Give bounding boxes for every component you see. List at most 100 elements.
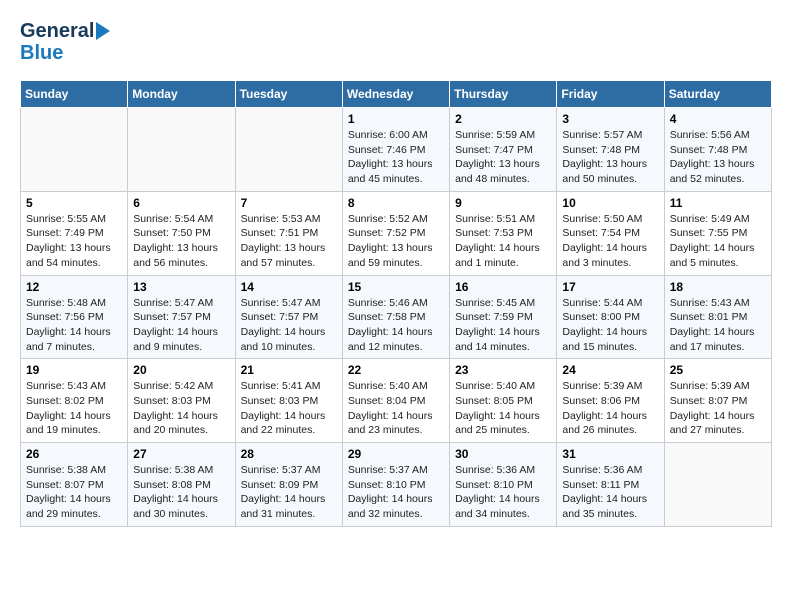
day-info: Sunrise: 5:52 AMSunset: 7:52 PMDaylight:… xyxy=(348,212,444,271)
day-number: 16 xyxy=(455,280,551,294)
day-info: Sunrise: 5:39 AMSunset: 8:06 PMDaylight:… xyxy=(562,379,658,438)
calendar-cell xyxy=(235,108,342,192)
day-info: Sunrise: 5:59 AMSunset: 7:47 PMDaylight:… xyxy=(455,128,551,187)
day-header-wednesday: Wednesday xyxy=(342,81,449,108)
day-number: 14 xyxy=(241,280,337,294)
day-number: 11 xyxy=(670,196,766,210)
day-number: 12 xyxy=(26,280,122,294)
calendar-cell: 10 Sunrise: 5:50 AMSunset: 7:54 PMDayligh… xyxy=(557,191,664,275)
calendar-cell xyxy=(21,108,128,192)
day-header-saturday: Saturday xyxy=(664,81,771,108)
day-number: 26 xyxy=(26,447,122,461)
day-number: 2 xyxy=(455,112,551,126)
calendar-cell: 13 Sunrise: 5:47 AMSunset: 7:57 PMDayligh… xyxy=(128,275,235,359)
calendar-cell: 12 Sunrise: 5:48 AMSunset: 7:56 PMDayligh… xyxy=(21,275,128,359)
calendar-cell: 28 Sunrise: 5:37 AMSunset: 8:09 PMDayligh… xyxy=(235,443,342,527)
day-info: Sunrise: 5:37 AMSunset: 8:09 PMDaylight:… xyxy=(241,463,337,522)
day-info: Sunrise: 6:00 AMSunset: 7:46 PMDaylight:… xyxy=(348,128,444,187)
calendar-week-row: 5Sunrise: 5:55 AMSunset: 7:49 PMDaylight… xyxy=(21,191,772,275)
day-number: 24 xyxy=(562,363,658,377)
day-info: Sunrise: 5:41 AMSunset: 8:03 PMDaylight:… xyxy=(241,379,337,438)
calendar-cell: 9 Sunrise: 5:51 AMSunset: 7:53 PMDaylight… xyxy=(450,191,557,275)
logo: General Blue xyxy=(20,20,110,64)
day-info: Sunrise: 5:36 AMSunset: 8:10 PMDaylight:… xyxy=(455,463,551,522)
day-number: 21 xyxy=(241,363,337,377)
day-number: 30 xyxy=(455,447,551,461)
day-info: Sunrise: 5:53 AMSunset: 7:51 PMDaylight:… xyxy=(241,212,337,271)
day-number: 27 xyxy=(133,447,229,461)
day-number: 23 xyxy=(455,363,551,377)
calendar-cell: 23 Sunrise: 5:40 AMSunset: 8:05 PMDayligh… xyxy=(450,359,557,443)
calendar-cell: 7 Sunrise: 5:53 AMSunset: 7:51 PMDaylight… xyxy=(235,191,342,275)
day-number: 7 xyxy=(241,196,337,210)
calendar-cell: 8 Sunrise: 5:52 AMSunset: 7:52 PMDaylight… xyxy=(342,191,449,275)
day-number: 1 xyxy=(348,112,444,126)
calendar-cell: 11 Sunrise: 5:49 AMSunset: 7:55 PMDayligh… xyxy=(664,191,771,275)
day-number: 13 xyxy=(133,280,229,294)
day-info: Sunrise: 5:47 AMSunset: 7:57 PMDaylight:… xyxy=(241,296,337,355)
day-info: Sunrise: 5:51 AMSunset: 7:53 PMDaylight:… xyxy=(455,212,551,271)
day-info: Sunrise: 5:56 AMSunset: 7:48 PMDaylight:… xyxy=(670,128,766,187)
calendar-cell xyxy=(664,443,771,527)
day-info: Sunrise: 5:40 AMSunset: 8:05 PMDaylight:… xyxy=(455,379,551,438)
day-info: Sunrise: 5:50 AMSunset: 7:54 PMDaylight:… xyxy=(562,212,658,271)
day-number: 31 xyxy=(562,447,658,461)
calendar-cell: 30 Sunrise: 5:36 AMSunset: 8:10 PMDayligh… xyxy=(450,443,557,527)
day-number: 3 xyxy=(562,112,658,126)
day-header-tuesday: Tuesday xyxy=(235,81,342,108)
day-number: 15 xyxy=(348,280,444,294)
day-number: 5 xyxy=(26,196,122,210)
day-number: 20 xyxy=(133,363,229,377)
calendar-cell: 22 Sunrise: 5:40 AMSunset: 8:04 PMDayligh… xyxy=(342,359,449,443)
calendar-week-row: 19Sunrise: 5:43 AMSunset: 8:02 PMDayligh… xyxy=(21,359,772,443)
day-info: Sunrise: 5:36 AMSunset: 8:11 PMDaylight:… xyxy=(562,463,658,522)
day-number: 28 xyxy=(241,447,337,461)
logo-arrow-icon xyxy=(96,22,110,40)
day-info: Sunrise: 5:43 AMSunset: 8:02 PMDaylight:… xyxy=(26,379,122,438)
day-info: Sunrise: 5:38 AMSunset: 8:08 PMDaylight:… xyxy=(133,463,229,522)
calendar-cell: 29 Sunrise: 5:37 AMSunset: 8:10 PMDayligh… xyxy=(342,443,449,527)
day-header-sunday: Sunday xyxy=(21,81,128,108)
calendar-cell: 24 Sunrise: 5:39 AMSunset: 8:06 PMDayligh… xyxy=(557,359,664,443)
day-info: Sunrise: 5:44 AMSunset: 8:00 PMDaylight:… xyxy=(562,296,658,355)
calendar-cell xyxy=(128,108,235,192)
logo-blue: Blue xyxy=(20,42,63,64)
page-header: General Blue xyxy=(20,20,772,64)
day-info: Sunrise: 5:46 AMSunset: 7:58 PMDaylight:… xyxy=(348,296,444,355)
calendar-cell: 16 Sunrise: 5:45 AMSunset: 7:59 PMDayligh… xyxy=(450,275,557,359)
day-info: Sunrise: 5:57 AMSunset: 7:48 PMDaylight:… xyxy=(562,128,658,187)
day-number: 6 xyxy=(133,196,229,210)
day-info: Sunrise: 5:48 AMSunset: 7:56 PMDaylight:… xyxy=(26,296,122,355)
day-info: Sunrise: 5:39 AMSunset: 8:07 PMDaylight:… xyxy=(670,379,766,438)
calendar-week-row: 1 Sunrise: 6:00 AMSunset: 7:46 PMDaylight… xyxy=(21,108,772,192)
calendar-cell: 2 Sunrise: 5:59 AMSunset: 7:47 PMDaylight… xyxy=(450,108,557,192)
day-number: 9 xyxy=(455,196,551,210)
calendar-table: SundayMondayTuesdayWednesdayThursdayFrid… xyxy=(20,80,772,527)
day-number: 18 xyxy=(670,280,766,294)
day-number: 8 xyxy=(348,196,444,210)
calendar-cell: 25Sunrise: 5:39 AMSunset: 8:07 PMDayligh… xyxy=(664,359,771,443)
day-info: Sunrise: 5:42 AMSunset: 8:03 PMDaylight:… xyxy=(133,379,229,438)
calendar-cell: 5Sunrise: 5:55 AMSunset: 7:49 PMDaylight… xyxy=(21,191,128,275)
day-info: Sunrise: 5:47 AMSunset: 7:57 PMDaylight:… xyxy=(133,296,229,355)
calendar-cell: 21 Sunrise: 5:41 AMSunset: 8:03 PMDayligh… xyxy=(235,359,342,443)
calendar-week-row: 12 Sunrise: 5:48 AMSunset: 7:56 PMDayligh… xyxy=(21,275,772,359)
day-number: 4 xyxy=(670,112,766,126)
calendar-cell: 14 Sunrise: 5:47 AMSunset: 7:57 PMDayligh… xyxy=(235,275,342,359)
day-number: 22 xyxy=(348,363,444,377)
day-number: 10 xyxy=(562,196,658,210)
day-number: 29 xyxy=(348,447,444,461)
calendar-cell: 3 Sunrise: 5:57 AMSunset: 7:48 PMDaylight… xyxy=(557,108,664,192)
calendar-cell: 6Sunrise: 5:54 AMSunset: 7:50 PMDaylight… xyxy=(128,191,235,275)
day-info: Sunrise: 5:45 AMSunset: 7:59 PMDaylight:… xyxy=(455,296,551,355)
calendar-cell: 27 Sunrise: 5:38 AMSunset: 8:08 PMDayligh… xyxy=(128,443,235,527)
calendar-cell: 17Sunrise: 5:44 AMSunset: 8:00 PMDayligh… xyxy=(557,275,664,359)
calendar-cell: 19Sunrise: 5:43 AMSunset: 8:02 PMDayligh… xyxy=(21,359,128,443)
day-info: Sunrise: 5:40 AMSunset: 8:04 PMDaylight:… xyxy=(348,379,444,438)
calendar-cell: 15 Sunrise: 5:46 AMSunset: 7:58 PMDayligh… xyxy=(342,275,449,359)
calendar-cell: 4 Sunrise: 5:56 AMSunset: 7:48 PMDaylight… xyxy=(664,108,771,192)
day-info: Sunrise: 5:37 AMSunset: 8:10 PMDaylight:… xyxy=(348,463,444,522)
day-info: Sunrise: 5:49 AMSunset: 7:55 PMDaylight:… xyxy=(670,212,766,271)
calendar-cell: 20 Sunrise: 5:42 AMSunset: 8:03 PMDayligh… xyxy=(128,359,235,443)
day-header-friday: Friday xyxy=(557,81,664,108)
